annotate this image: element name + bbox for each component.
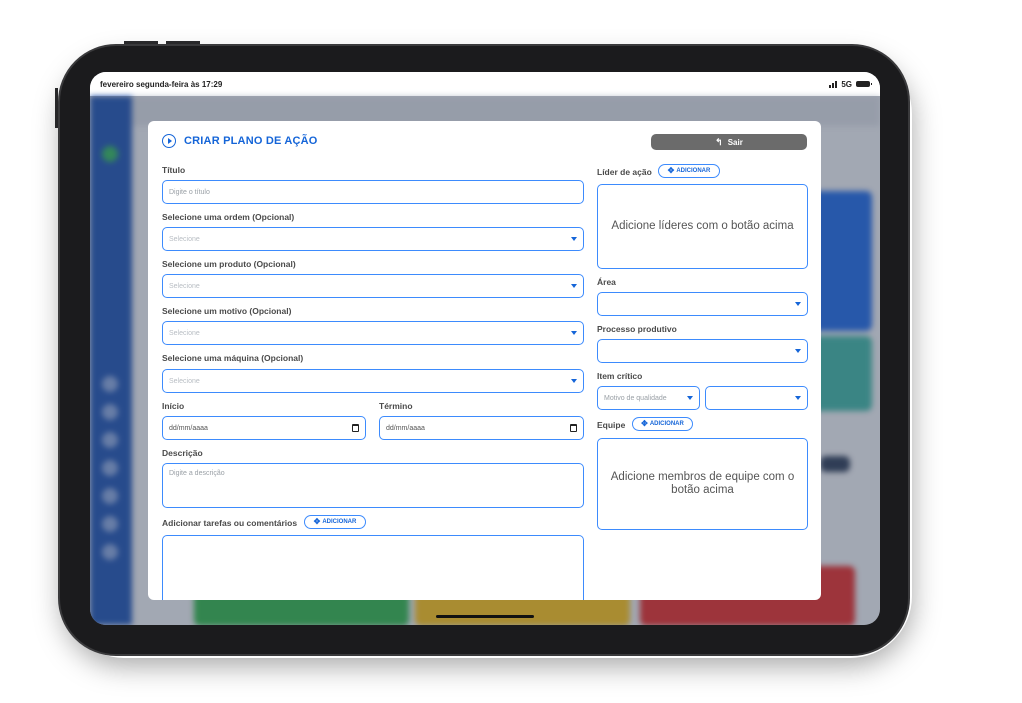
order-select[interactable]: Selecione [162,227,584,251]
caret-down-icon [795,302,801,306]
area-select[interactable] [597,292,808,316]
battery-icon [856,81,872,87]
machine-placeholder: Selecione [169,377,200,385]
calendar-icon[interactable] [352,424,359,432]
critical-item-select[interactable] [705,386,808,410]
title-label: Título [162,165,186,175]
title-placeholder: Digite o título [169,188,210,196]
return-arrow-icon: ↰ [715,136,723,147]
process-select[interactable] [597,339,808,363]
critical-item-label: Item crítico [597,371,643,381]
add-team-button[interactable]: ✥ ADICIONAR [632,417,693,431]
end-date-label: Término [379,401,413,411]
start-date-input[interactable]: dd/mm/aaaa [162,416,366,440]
modal-header: CRIAR PLANO DE AÇÃO [162,134,318,148]
add-team-button-label: ADICIONAR [649,421,684,427]
move-icon: ✥ [641,419,648,428]
caret-down-icon [687,396,693,400]
product-placeholder: Selecione [169,282,200,290]
product-select[interactable]: Selecione [162,274,584,298]
caret-down-icon [571,237,577,241]
status-bar: fevereiro segunda-feira às 17:29 5G [90,72,880,96]
create-action-plan-modal: CRIAR PLANO DE AÇÃO ↰ Sair Título Digite… [148,121,821,600]
product-label: Selecione um produto (Opcional) [162,259,296,269]
caret-down-icon [571,284,577,288]
machine-label: Selecione uma máquina (Opcional) [162,353,304,363]
reason-label: Selecione um motivo (Opcional) [162,306,292,316]
tablet-screen: fevereiro segunda-feira às 17:29 5G CRIA… [90,72,880,625]
add-task-button[interactable]: ✥ ADICIONAR [304,515,366,529]
reason-placeholder: Selecione [169,329,200,337]
critical-reason-value: Motivo de qualidade [604,394,667,402]
play-circle-icon [162,134,176,148]
order-label: Selecione uma ordem (Opcional) [162,212,295,222]
description-label: Descrição [162,448,203,458]
order-placeholder: Selecione [169,235,200,243]
move-icon: ✥ [313,517,321,526]
machine-select[interactable]: Selecione [162,369,584,393]
move-icon: ✥ [667,166,675,175]
add-leader-button-label: ADICIONAR [676,168,711,174]
start-date-value: dd/mm/aaaa [169,424,208,432]
exit-button-label: Sair [727,137,743,147]
network-label: 5G [841,79,852,89]
description-placeholder: Digite a descrição [169,470,225,477]
calendar-icon[interactable] [570,424,577,432]
home-indicator[interactable] [436,615,534,618]
start-date-label: Início [162,401,185,411]
caret-down-icon [795,349,801,353]
tasks-label: Adicionar tarefas ou comentários [162,518,298,528]
leader-label: Líder de ação [597,167,652,177]
caret-down-icon [795,396,801,400]
critical-reason-select[interactable]: Motivo de qualidade [597,386,700,410]
title-input[interactable]: Digite o título [162,180,584,204]
exit-button[interactable]: ↰ Sair [651,134,807,150]
signal-icon [829,80,838,88]
end-date-value: dd/mm/aaaa [386,424,425,432]
caret-down-icon [571,379,577,383]
end-date-input[interactable]: dd/mm/aaaa [379,416,584,440]
status-datetime: fevereiro segunda-feira às 17:29 [100,79,223,89]
leaders-empty-box: Adicione líderes com o botão acima [597,184,808,269]
reason-select[interactable]: Selecione [162,321,584,345]
leaders-empty-text: Adicione líderes com o botão acima [611,219,794,232]
add-leader-button[interactable]: ✥ ADICIONAR [658,164,720,178]
status-indicators: 5G [829,79,872,89]
add-task-button-label: ADICIONAR [322,519,357,525]
area-label: Área [597,277,616,287]
team-empty-box: Adicione membros de equipe com o botão a… [597,438,808,530]
modal-title: CRIAR PLANO DE AÇÃO [184,135,318,147]
description-textarea[interactable]: Digite a descrição [162,463,584,508]
process-label: Processo produtivo [597,324,677,334]
tasks-area[interactable] [162,535,584,600]
team-empty-text: Adicione membros de equipe com o botão a… [610,470,795,496]
caret-down-icon [571,331,577,335]
team-label: Equipe [597,420,626,430]
